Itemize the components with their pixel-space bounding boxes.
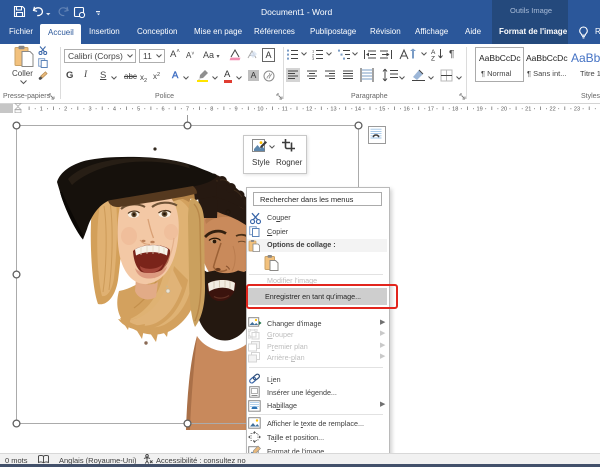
svg-text:9: 9	[235, 107, 238, 113]
svg-text:1: 1	[40, 107, 43, 113]
svg-text:3: 3	[312, 56, 315, 60]
svg-text:23: 23	[574, 107, 580, 113]
svg-text:5: 5	[137, 107, 140, 113]
svg-text:3: 3	[88, 107, 91, 113]
svg-text:Z: Z	[431, 56, 435, 61]
svg-text:19: 19	[476, 107, 482, 113]
svg-text:20: 20	[501, 107, 507, 113]
svg-text:17: 17	[428, 107, 434, 113]
svg-text:21: 21	[525, 107, 531, 113]
svg-text:6: 6	[162, 107, 165, 113]
svg-text:12: 12	[306, 107, 312, 113]
svg-text:18: 18	[452, 107, 458, 113]
svg-text:15: 15	[379, 107, 385, 113]
svg-text:13: 13	[330, 107, 336, 113]
svg-text:22: 22	[549, 107, 555, 113]
svg-text:8: 8	[210, 107, 213, 113]
svg-text:11: 11	[282, 107, 288, 113]
svg-text:4: 4	[113, 107, 116, 113]
svg-text:2: 2	[64, 107, 67, 113]
svg-text:16: 16	[403, 107, 409, 113]
svg-text:14: 14	[355, 107, 361, 113]
svg-text:7: 7	[186, 107, 189, 113]
svg-text:10: 10	[257, 107, 263, 113]
